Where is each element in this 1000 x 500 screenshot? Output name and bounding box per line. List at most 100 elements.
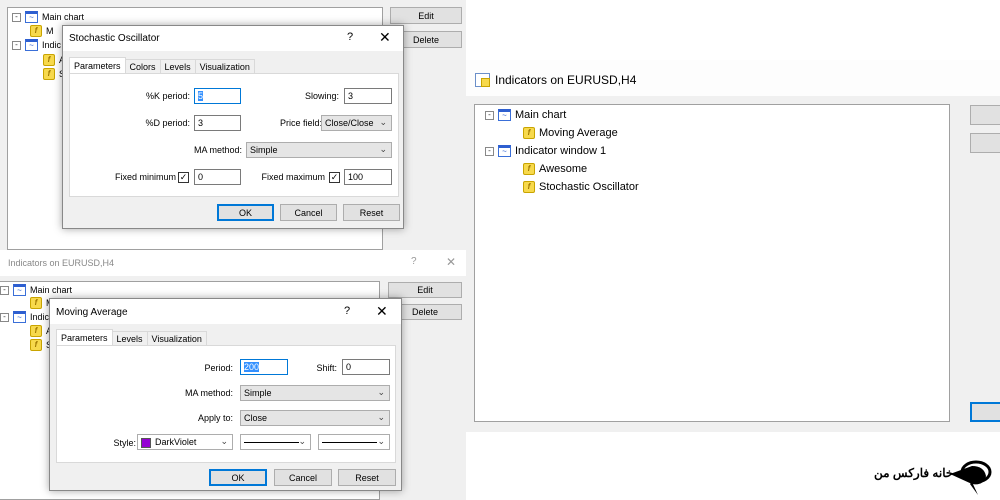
k-period-input[interactable]: 5 <box>194 88 241 104</box>
ok-button[interactable]: OK <box>217 204 274 221</box>
shift-input[interactable]: 0 <box>342 359 390 375</box>
tab-visualization[interactable]: Visualization <box>194 59 255 74</box>
tree-item-main-chart[interactable]: - ~ Main chart <box>12 11 84 23</box>
help-button[interactable]: ? <box>347 31 353 43</box>
indicator-icon: f <box>30 339 42 351</box>
collapse-icon[interactable]: - <box>12 40 21 50</box>
collapse-icon[interactable]: - <box>485 146 494 156</box>
logo-text: خانه فارکس من <box>874 466 954 480</box>
indicator-tree: - ~ Main chart f Moving Average - ~ Indicator… <box>474 104 950 422</box>
fixed-maximum-input[interactable]: 100 <box>344 169 392 185</box>
close-button[interactable]: ✕ <box>446 255 456 269</box>
fixed-maximum-checkbox[interactable]: ✓ <box>329 172 340 183</box>
color-swatch <box>141 437 151 448</box>
style-label: Style: <box>113 438 136 448</box>
close-button[interactable]: ✕ <box>376 303 388 320</box>
d-period-input[interactable]: 3 <box>194 115 241 131</box>
edit-button[interactable] <box>970 105 1000 125</box>
line-width-select[interactable]: ⌄ <box>318 434 390 450</box>
logo-mark-icon <box>950 460 992 495</box>
title-bar: Indicators on EURUSD,H4 ? ✕ <box>0 250 466 276</box>
cancel-button[interactable]: Cancel <box>274 469 332 486</box>
stochastic-dialog: Stochastic Oscillator ? ✕ Parameters Col… <box>62 25 404 229</box>
chart-window-icon: ~ <box>498 145 511 157</box>
chevron-down-icon: ⌄ <box>298 436 306 446</box>
reset-button[interactable]: Reset <box>343 204 400 221</box>
apply-to-select[interactable]: Close ⌄ <box>240 410 390 426</box>
collapse-icon[interactable]: - <box>0 285 9 295</box>
tree-item-moving-average[interactable]: f Moving Average <box>523 127 618 139</box>
tree-item-indicator-window[interactable]: - ~ Indic <box>0 311 49 323</box>
tree-item-awesome[interactable]: f Awesome <box>523 163 587 175</box>
slowing-label: Slowing: <box>304 91 339 101</box>
ok-button[interactable]: OK <box>209 469 267 486</box>
fixed-minimum-label: Fixed minimum <box>114 172 176 182</box>
chevron-down-icon: ⌄ <box>379 117 387 127</box>
chevron-down-icon: ⌄ <box>379 144 387 154</box>
period-label: Period: <box>204 363 233 373</box>
indicator-icon: f <box>43 68 55 80</box>
window-title: Indicators on EURUSD,H4 <box>495 73 637 87</box>
tab-parameters[interactable]: Parameters <box>56 329 113 346</box>
tree-item-main-chart[interactable]: - ~ Main chart <box>0 284 72 296</box>
chart-window-icon: ~ <box>25 11 38 23</box>
close-button[interactable]: ✕ <box>379 29 391 46</box>
tab-parameters[interactable]: Parameters <box>69 57 126 74</box>
cancel-button[interactable]: Cancel <box>280 204 337 221</box>
ma-method-select[interactable]: Simple ⌄ <box>246 142 392 158</box>
tab-levels[interactable]: Levels <box>111 331 148 346</box>
indicator-icon: f <box>30 297 42 309</box>
chevron-down-icon: ⌄ <box>220 436 228 446</box>
title-bar: Moving Average ? ✕ <box>50 299 401 324</box>
collapse-icon[interactable]: - <box>12 12 21 22</box>
period-input[interactable]: 200 <box>240 359 288 375</box>
window-title: Indicators on EURUSD,H4 <box>8 258 115 268</box>
chart-window-icon: ~ <box>25 39 38 51</box>
k-period-label: %K period: <box>145 91 190 101</box>
indicator-icon: f <box>30 25 42 37</box>
brand-logo: خانه فارکس من <box>870 452 996 496</box>
tree-item-stochastic-oscillator[interactable]: f Stochastic Oscillator <box>523 181 639 193</box>
line-width-icon <box>322 442 377 444</box>
fixed-minimum-checkbox[interactable]: ✓ <box>178 172 189 183</box>
indicator-icon: f <box>43 54 55 66</box>
title-bar: Indicators on EURUSD,H4 <box>466 60 1000 96</box>
solid-line-icon <box>244 442 299 444</box>
tree-item-indicator-window-1[interactable]: - ~ Indicator window 1 <box>485 145 606 157</box>
collapse-icon[interactable]: - <box>0 312 9 322</box>
ma-method-label: MA method: <box>193 145 242 155</box>
tree-item-ma[interactable]: fM <box>30 25 54 37</box>
slowing-input[interactable]: 3 <box>344 88 392 104</box>
edit-button[interactable]: Edit <box>388 282 462 298</box>
chart-window-icon: ~ <box>13 311 26 323</box>
line-style-select[interactable]: ⌄ <box>240 434 311 450</box>
moving-average-dialog: Moving Average ? ✕ Parameters Levels Vis… <box>49 298 402 491</box>
price-field-select[interactable]: Close/Close ⌄ <box>321 115 392 131</box>
chart-window-icon: ~ <box>13 284 26 296</box>
dialog-title: Stochastic Oscillator <box>69 33 160 44</box>
indicator-icon: f <box>30 325 42 337</box>
shift-label: Shift: <box>316 363 337 373</box>
chart-window-icon: ~ <box>498 109 511 121</box>
tree-item-indicator-window[interactable]: - ~ Indic <box>12 39 61 51</box>
ma-method-label: MA method: <box>184 388 233 398</box>
tab-visualization[interactable]: Visualization <box>146 331 207 346</box>
ma-method-select[interactable]: Simple ⌄ <box>240 385 390 401</box>
tree-item-main-chart[interactable]: - ~ Main chart <box>485 109 566 121</box>
help-button[interactable]: ? <box>411 256 417 267</box>
apply-to-label: Apply to: <box>197 413 233 423</box>
tab-levels[interactable]: Levels <box>159 59 196 74</box>
reset-button[interactable]: Reset <box>338 469 396 486</box>
title-bar: Stochastic Oscillator ? ✕ <box>63 26 403 51</box>
delete-button[interactable] <box>970 133 1000 153</box>
chevron-down-icon: ⌄ <box>377 412 385 422</box>
indicator-icon: f <box>523 127 535 139</box>
tab-colors[interactable]: Colors <box>124 59 161 74</box>
help-button[interactable]: ? <box>344 305 350 317</box>
close-button[interactable] <box>970 402 1000 422</box>
edit-button[interactable]: Edit <box>390 7 462 24</box>
color-select[interactable]: DarkViolet ⌄ <box>137 434 233 450</box>
chevron-down-icon: ⌄ <box>377 387 385 397</box>
fixed-minimum-input[interactable]: 0 <box>194 169 241 185</box>
collapse-icon[interactable]: - <box>485 110 494 120</box>
